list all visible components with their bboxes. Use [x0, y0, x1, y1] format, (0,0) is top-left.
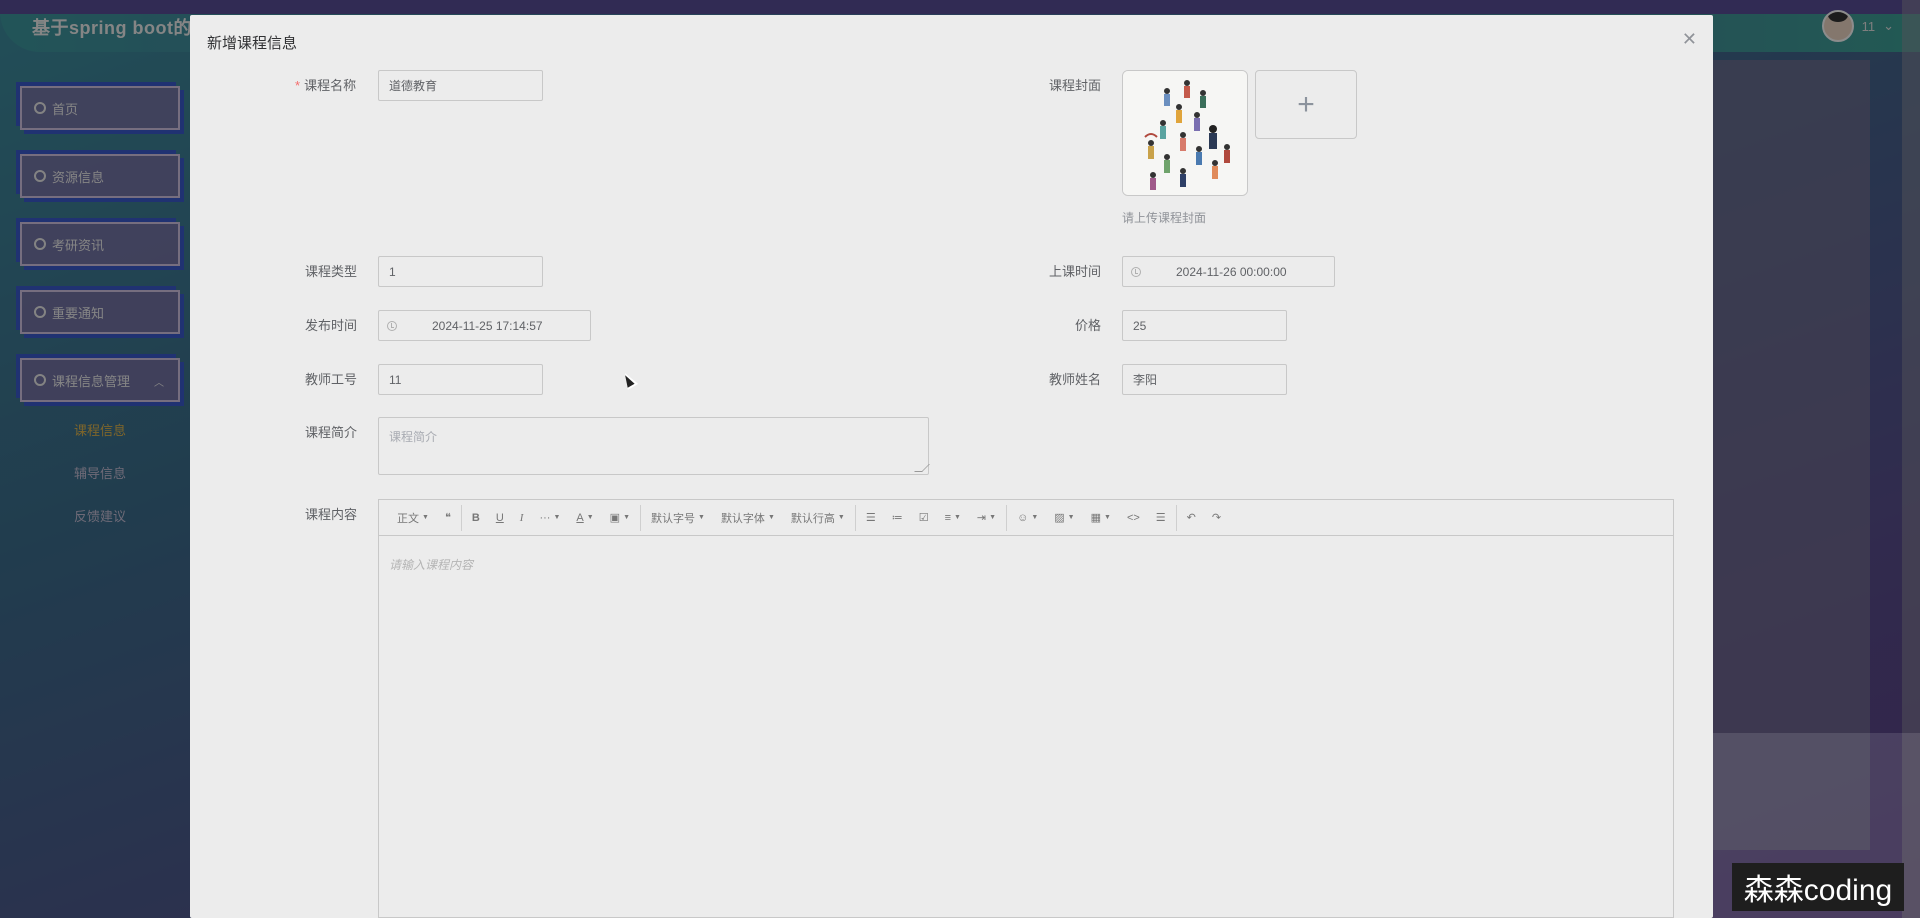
image-icon[interactable]: ▨ ▼ — [1046, 500, 1082, 536]
italic-icon[interactable]: I — [512, 500, 532, 536]
align-icon[interactable]: ≡ ▼ — [937, 500, 969, 536]
course-type-input[interactable]: 1 — [378, 256, 543, 287]
watermark: 森森coding — [1732, 863, 1904, 911]
editor-placeholder: 请输入课程内容 — [389, 558, 474, 572]
dialog-title: 新增课程信息 — [207, 35, 298, 52]
font-size-dropdown[interactable]: 默认字号 ▼ — [643, 500, 713, 536]
teacher-id-label: 教师工号 — [305, 372, 358, 387]
close-icon[interactable]: ✕ — [1682, 29, 1697, 50]
required-mark: * — [295, 78, 301, 93]
paragraph-label: 正文 — [397, 512, 419, 525]
teacher-id-input[interactable]: 11 — [378, 364, 543, 395]
editor-toolbar: 正文 ▼ ❝ B U I ··· ▼ A ▼ ▣ ▼ 默认字号 ▼ 默认字体 ▼ 默认行高 ▼… — [379, 500, 1673, 536]
font-size-label: 默认字号 — [651, 512, 695, 525]
class-time-picker[interactable]: 2024-11-26 00:00:00 — [1122, 256, 1335, 287]
indent-icon[interactable]: ⇥ ▼ — [969, 500, 1004, 536]
toolbar-divider — [1006, 504, 1008, 531]
bullet-list-icon[interactable]: ☰ — [858, 500, 884, 536]
course-name-input[interactable]: 道德教育 — [378, 70, 543, 101]
clock-icon — [1131, 266, 1141, 277]
redo-icon[interactable]: ↷ — [1204, 500, 1229, 536]
toolbar-divider — [460, 504, 462, 531]
background-color-icon[interactable]: ▣ ▼ — [602, 500, 638, 536]
publish-time-label: 发布时间 — [305, 318, 358, 333]
intro-textarea[interactable]: 课程简介 — [378, 417, 930, 475]
toolbar-divider — [640, 504, 641, 531]
font-family-dropdown[interactable]: 默认字体 ▼ — [713, 500, 783, 536]
code-icon[interactable]: <> — [1119, 500, 1148, 536]
price-input[interactable]: 25 — [1122, 310, 1287, 341]
publish-time-value: 2024-11-25 17:14:57 — [432, 318, 543, 333]
caret-down-icon: ▼ — [422, 514, 429, 521]
paragraph-dropdown[interactable]: 正文 ▼ — [389, 500, 437, 536]
course-name-label-text: 课程名称 — [304, 78, 357, 93]
cover-label: 课程封面 — [1049, 78, 1102, 93]
add-course-dialog: 新增课程信息 ✕ * 课程名称 道德教育 课程封面 + 请上传课程封面 课程类型… — [190, 15, 1713, 918]
teacher-name-input[interactable]: 李阳 — [1122, 364, 1287, 395]
quote-icon[interactable]: ❝ — [437, 500, 459, 536]
undo-icon[interactable]: ↶ — [1179, 500, 1204, 536]
table-icon[interactable]: ▦ ▼ — [1083, 500, 1119, 536]
toolbar-divider — [1175, 504, 1177, 531]
emoji-icon[interactable]: ☺ ▼ — [1009, 500, 1046, 536]
clock-icon — [387, 320, 397, 331]
rich-text-editor[interactable]: 正文 ▼ ❝ B U I ··· ▼ A ▼ ▣ ▼ 默认字号 ▼ 默认字体 ▼ 默认行高 ▼… — [378, 499, 1674, 918]
content-label: 课程内容 — [305, 507, 358, 522]
intro-placeholder: 课程简介 — [389, 430, 438, 444]
line-height-dropdown[interactable]: 默认行高 ▼ — [783, 500, 853, 536]
bold-icon[interactable]: B — [464, 500, 488, 536]
underline-icon[interactable]: U — [488, 500, 512, 536]
font-color-icon[interactable]: A ▼ — [568, 500, 601, 536]
course-name-label: * 课程名称 — [295, 75, 356, 94]
crowd-illustration-icon — [1123, 71, 1247, 195]
cover-upload-hint: 请上传课程封面 — [1122, 211, 1207, 225]
publish-time-picker[interactable]: 2024-11-25 17:14:57 — [378, 310, 591, 341]
resize-handle[interactable] — [914, 464, 930, 472]
more-icon[interactable]: ··· ▼ — [531, 500, 568, 536]
todo-icon[interactable]: ☑ — [911, 500, 937, 536]
upload-cover-button[interactable]: + — [1255, 70, 1357, 139]
divider-icon[interactable]: ☰ — [1148, 500, 1174, 536]
line-height-label: 默认行高 — [790, 512, 835, 525]
font-family-label: 默认字体 — [720, 512, 765, 525]
price-label: 价格 — [1075, 318, 1102, 333]
course-type-label: 课程类型 — [305, 264, 358, 279]
toolbar-divider — [854, 504, 856, 531]
teacher-name-label: 教师姓名 — [1049, 372, 1102, 387]
intro-label: 课程简介 — [305, 425, 358, 440]
numbered-list-icon[interactable]: ≔ — [884, 500, 911, 536]
cover-image[interactable] — [1122, 70, 1248, 196]
class-time-value: 2024-11-26 00:00:00 — [1176, 264, 1287, 279]
class-time-label: 上课时间 — [1049, 264, 1102, 279]
plus-icon: + — [1297, 87, 1315, 121]
